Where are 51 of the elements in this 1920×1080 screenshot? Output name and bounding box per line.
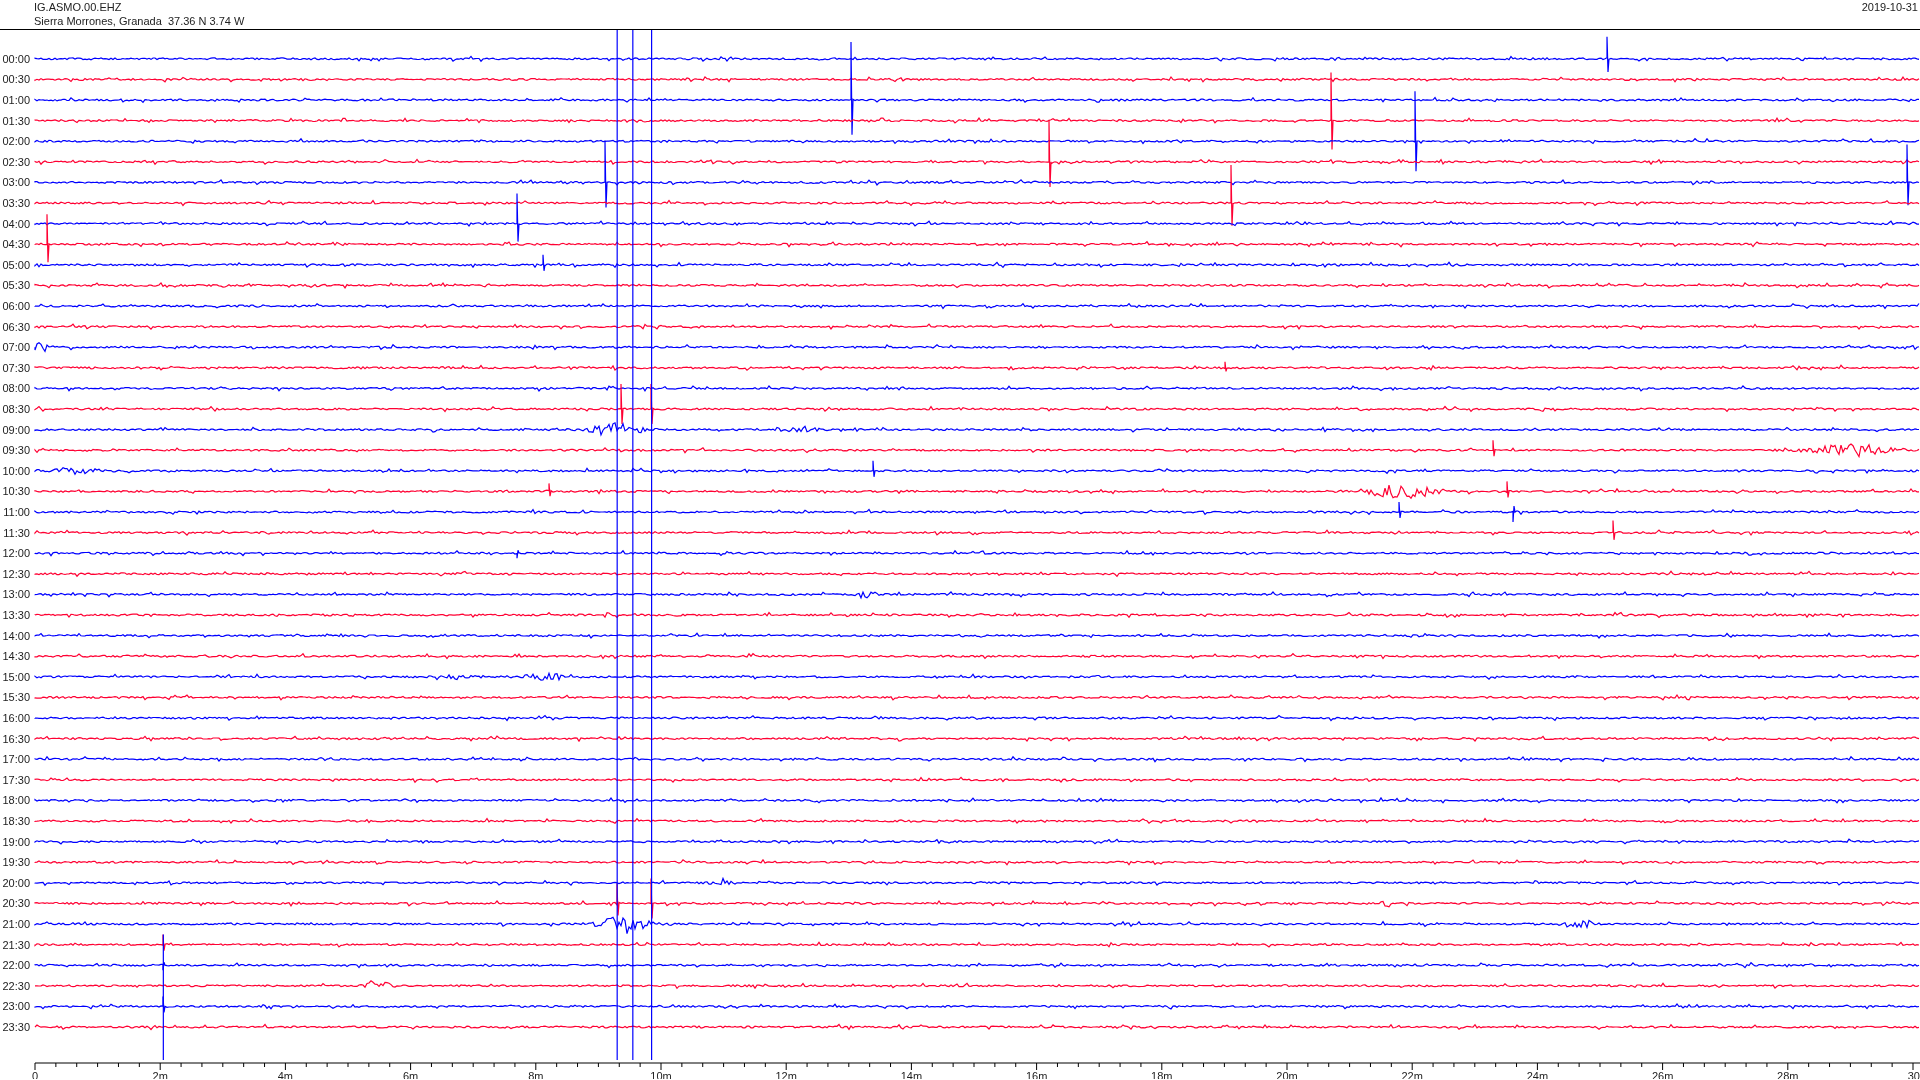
time-label: 10:30 [2, 485, 30, 498]
time-label: 00:00 [2, 52, 30, 65]
time-label: 11:30 [3, 526, 30, 539]
time-label: 07:30 [2, 361, 30, 374]
time-label: 03:30 [2, 197, 30, 209]
time-label: 20:30 [2, 897, 30, 910]
time-label: 06:00 [2, 300, 30, 312]
time-label: 21:30 [2, 938, 30, 951]
time-label: 05:00 [2, 258, 30, 271]
time-label: 19:00 [2, 835, 30, 848]
time-label: 15:30 [2, 691, 30, 704]
time-label: 09:00 [2, 423, 30, 436]
time-label: 23:00 [2, 1000, 30, 1013]
time-label: 14:00 [2, 629, 30, 642]
time-label: 13:30 [2, 609, 30, 621]
time-label: 08:00 [2, 382, 30, 395]
station-code: IG.ASMO.00.EHZ [34, 0, 122, 14]
time-label: 11:00 [3, 506, 30, 518]
time-label: 13:00 [2, 588, 30, 601]
date-label: 2019-10-31 [1861, 0, 1918, 14]
time-label: 14:30 [2, 650, 30, 663]
time-label: 20:00 [2, 876, 30, 889]
time-label: 19:30 [2, 856, 30, 869]
time-label: 07:00 [2, 341, 30, 354]
time-label: 16:00 [2, 712, 30, 724]
time-label: 04:00 [2, 217, 30, 230]
time-label: 21:00 [2, 918, 30, 930]
time-label: 08:30 [2, 403, 30, 415]
time-label: 16:30 [2, 732, 30, 745]
time-label: 17:30 [2, 773, 30, 786]
time-label: 02:30 [2, 155, 30, 168]
time-label: 18:00 [2, 794, 30, 807]
time-label: 15:00 [2, 670, 30, 683]
time-label: 23:30 [2, 1021, 30, 1033]
time-label: 17:00 [2, 753, 30, 766]
time-label: 02:00 [2, 135, 30, 148]
time-label: 03:00 [2, 176, 30, 189]
time-label: 04:30 [2, 238, 30, 251]
time-label: 18:30 [2, 815, 30, 827]
time-label: 22:00 [2, 959, 30, 972]
time-label: 12:00 [2, 547, 30, 560]
time-label: 01:30 [2, 114, 30, 127]
time-label: 05:30 [2, 279, 30, 292]
time-label: 12:30 [2, 567, 30, 580]
time-label: 22:30 [2, 979, 30, 992]
time-label: 06:30 [2, 320, 30, 333]
station-location: Sierra Morrones, Granada 37.36 N 3.74 W [34, 14, 245, 28]
time-label: 10:00 [2, 464, 30, 477]
time-label: 00:30 [2, 73, 30, 86]
time-label: 09:30 [2, 444, 30, 457]
time-label: 01:00 [2, 94, 30, 106]
